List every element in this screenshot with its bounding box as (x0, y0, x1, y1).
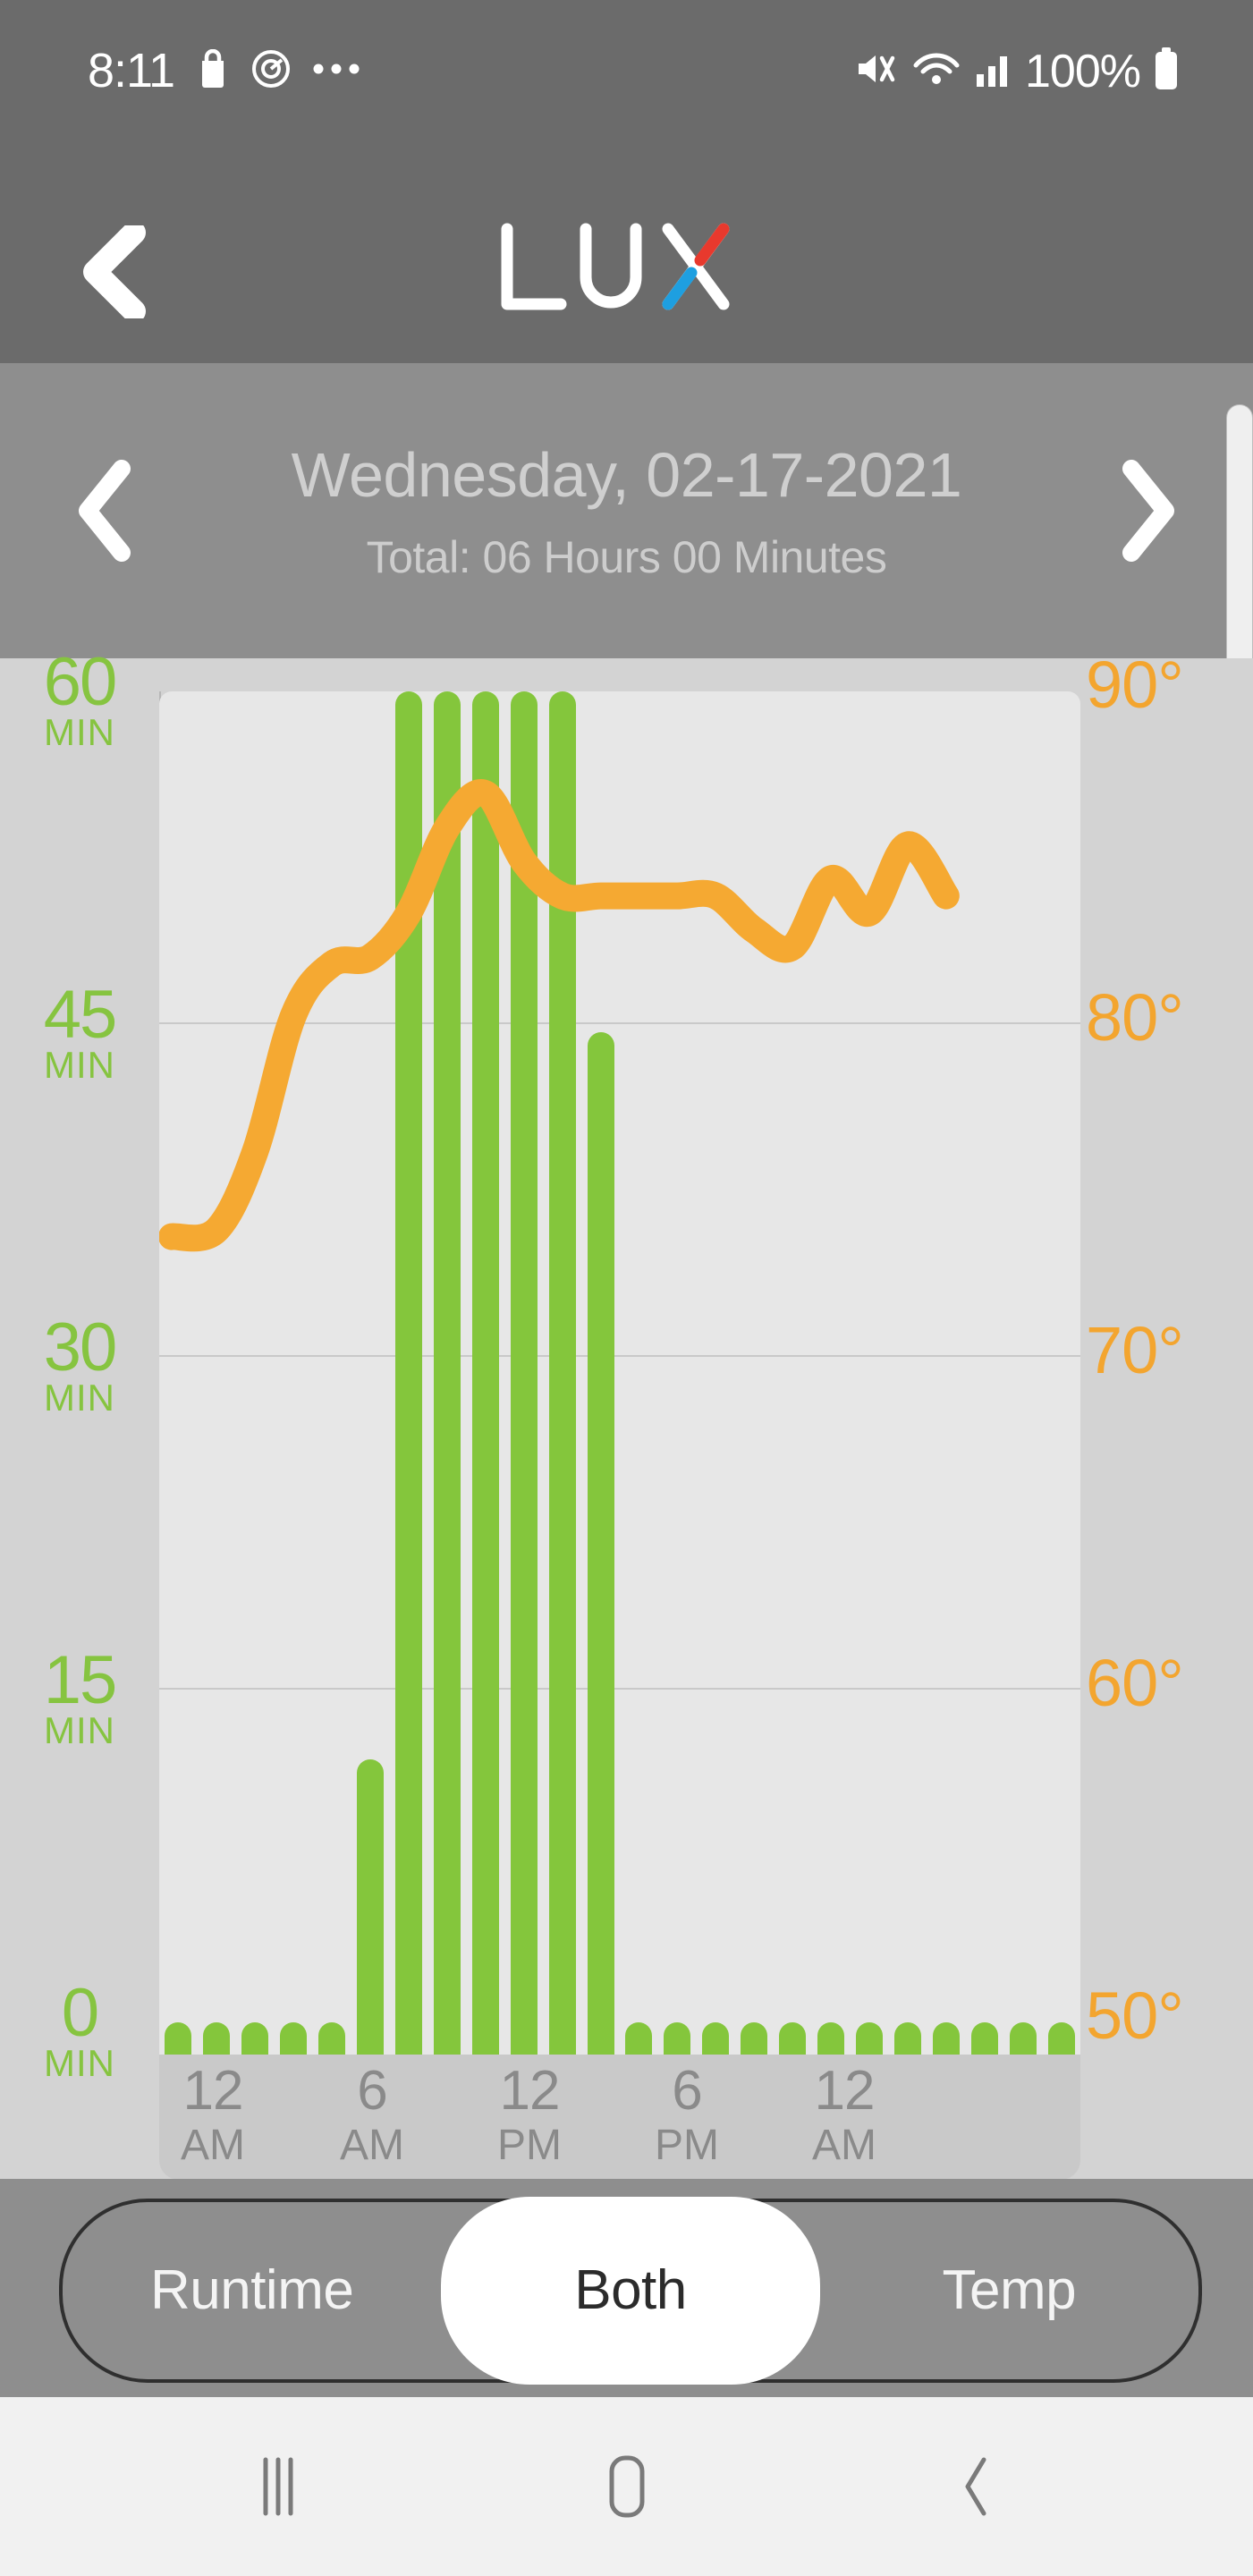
plot-area[interactable] (159, 691, 1080, 2055)
tick-unit: MIN (44, 710, 115, 753)
tick-unit: MIN (44, 1376, 115, 1419)
more-dots-icon (312, 63, 360, 80)
home-button[interactable] (573, 2442, 681, 2531)
runtime-axis-tick-0: 0 MIN (0, 1975, 159, 2084)
runtime-axis-tick-30: 30 MIN (0, 1309, 159, 1419)
x-tick-ampm: AM (812, 2122, 876, 2169)
runtime-axis-tick-15: 15 MIN (0, 1642, 159, 1751)
tick-unit: MIN (44, 1708, 115, 1751)
temp-axis-tick-80: 80° (1086, 980, 1184, 1055)
status-bar-left: 8:11 (88, 47, 360, 95)
status-time: 8:11 (88, 44, 175, 97)
x-tick-4: 12 AM (782, 2063, 907, 2170)
selected-date: Wednesday, 02-17-2021 (291, 440, 962, 510)
tick-value: 30 (43, 1309, 118, 1385)
total-runtime: Total: 06 Hours 00 Minutes (366, 531, 887, 582)
x-tick-ampm: AM (340, 2122, 404, 2169)
date-navigation-bar: Wednesday, 02-17-2021 Total: 06 Hours 00… (0, 363, 1253, 658)
tick-value: 0 (61, 1975, 99, 2051)
runtime-axis-tick-60: 60 MIN (0, 644, 159, 753)
battery-icon (1153, 47, 1180, 96)
lux-logo (493, 222, 761, 320)
header-back-button[interactable] (70, 221, 150, 323)
x-tick-3: 6 PM (624, 2063, 749, 2170)
segment-temp[interactable]: Temp (820, 2263, 1198, 2318)
recents-button[interactable] (224, 2442, 332, 2531)
shopping-bag-icon (196, 48, 230, 93)
back-button[interactable] (922, 2442, 1029, 2531)
x-tick-hour: 12 (814, 2060, 876, 2122)
x-tick-1: 6 AM (309, 2063, 435, 2170)
x-tick-hour: 12 (499, 2060, 561, 2122)
phone-screen: 8:11 100% Wednesday, 02-17-2021 Total: 0… (0, 0, 1253, 2576)
signal-bars-icon (973, 49, 1012, 93)
status-bar: 8:11 100% (0, 0, 1253, 179)
app-header (0, 179, 1253, 363)
date-nav-text: Wednesday, 02-17-2021 Total: 06 Hours 00… (152, 438, 1101, 584)
temperature-line (159, 779, 960, 1252)
x-tick-hour: 12 (182, 2060, 244, 2122)
runtime-axis-tick-45: 45 MIN (0, 977, 159, 1086)
android-nav-bar (0, 2397, 1253, 2576)
mute-icon (855, 48, 900, 94)
x-tick-hour: 6 (672, 2060, 702, 2122)
tick-unit: MIN (44, 1043, 115, 1086)
x-tick-ampm: PM (655, 2122, 719, 2169)
back-icon (965, 2457, 986, 2516)
segmented-control[interactable]: Runtime Both Temp (59, 2197, 1202, 2385)
x-tick-0: 12 AM (150, 2063, 275, 2170)
tick-unit: MIN (44, 2041, 115, 2084)
mode-selector-bar: Runtime Both Temp (0, 2179, 1253, 2397)
wifi-icon (912, 48, 961, 94)
x-axis-label-band: 12 AM 6 AM 12 PM 6 PM 12 AM (159, 2055, 1080, 2180)
temp-axis-tick-60: 60° (1086, 1646, 1184, 1720)
segment-both[interactable]: Both (441, 2263, 819, 2318)
recents-icon (263, 2457, 293, 2516)
home-icon (609, 2455, 645, 2518)
temp-axis-tick-90: 90° (1086, 648, 1184, 722)
temp-axis-tick-70: 70° (1086, 1313, 1184, 1387)
segment-runtime[interactable]: Runtime (63, 2263, 441, 2318)
tick-value: 60 (43, 644, 118, 720)
status-bar-right: 100% (855, 47, 1180, 96)
next-day-button[interactable] (1115, 460, 1185, 562)
tick-value: 45 (43, 977, 118, 1053)
x-tick-ampm: AM (181, 2122, 245, 2169)
x-tick-ampm: PM (497, 2122, 562, 2169)
temp-axis-tick-50: 50° (1086, 1979, 1184, 2053)
previous-day-button[interactable] (68, 460, 138, 562)
chart-area: 6 0 MIN 45 MIN 30 MIN 15 MIN 0 MIN 90° 80… (0, 648, 1253, 2180)
battery-percent: 100% (1025, 45, 1141, 97)
tick-value: 15 (43, 1642, 118, 1718)
circular-record-icon (251, 49, 291, 93)
x-tick-hour: 6 (357, 2060, 387, 2122)
x-tick-2: 12 PM (467, 2063, 592, 2170)
